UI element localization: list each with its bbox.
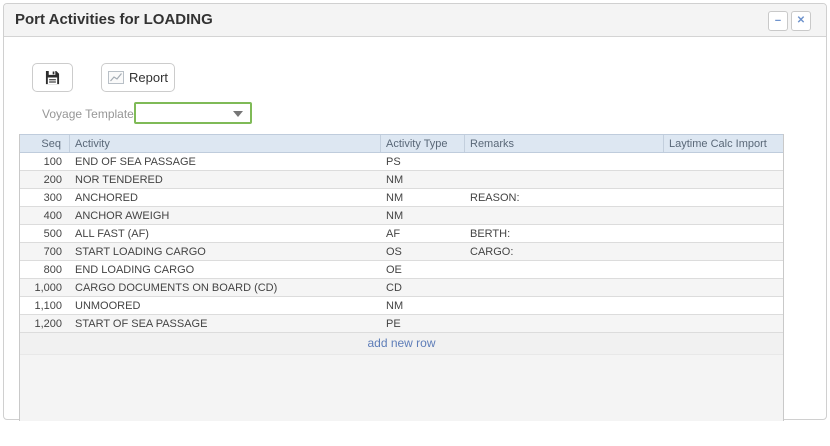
table-row[interactable]: 1,200 START OF SEA PASSAGE PE [20,315,783,333]
cell-activity-type[interactable]: OE [381,261,465,278]
cell-laytime-calc-import[interactable] [664,189,783,206]
cell-activity[interactable]: END LOADING CARGO [70,261,381,278]
table-row[interactable]: 100 END OF SEA PASSAGE PS [20,153,783,171]
cell-activity[interactable]: START OF SEA PASSAGE [70,315,381,332]
cell-seq[interactable]: 300 [20,189,70,206]
cell-remarks[interactable]: CARGO: [465,243,664,260]
column-header-activity: Activity [70,135,381,152]
cell-laytime-calc-import[interactable] [664,279,783,296]
cell-laytime-calc-import[interactable] [664,243,783,260]
page: Port Activities for LOADING − ✕ [0,0,830,446]
cell-activity-type[interactable]: PE [381,315,465,332]
minimize-button[interactable]: − [768,11,788,31]
cell-remarks[interactable] [465,171,664,188]
table-row[interactable]: 700 START LOADING CARGO OS CARGO: [20,243,783,261]
voyage-templates-dropdown[interactable] [134,102,252,124]
column-header-activity-type: Activity Type [381,135,465,152]
cell-seq[interactable]: 100 [20,153,70,170]
cell-remarks[interactable] [465,207,664,224]
add-new-row-link[interactable]: add new row [367,336,435,350]
column-header-seq: Seq [20,135,70,152]
cell-remarks[interactable] [465,261,664,278]
cell-laytime-calc-import[interactable] [664,171,783,188]
cell-seq[interactable]: 700 [20,243,70,260]
cell-laytime-calc-import[interactable] [664,153,783,170]
cell-activity[interactable]: ANCHOR AWEIGH [70,207,381,224]
cell-laytime-calc-import[interactable] [664,315,783,332]
dialog-title: Port Activities for LOADING [15,11,213,28]
cell-seq[interactable]: 800 [20,261,70,278]
cell-seq[interactable]: 400 [20,207,70,224]
cell-activity-type[interactable]: NM [381,207,465,224]
cell-remarks[interactable]: BERTH: [465,225,664,242]
grid-empty-area [20,355,783,421]
grid-header-row: Seq Activity Activity Type Remarks Layti… [20,134,783,153]
column-header-laytime-calc-import: Laytime Calc Import [664,135,783,152]
port-activities-dialog: Port Activities for LOADING − ✕ [3,3,827,420]
caret-down-icon [233,111,243,117]
report-chart-icon [108,71,124,84]
table-row[interactable]: 1,100 UNMOORED NM [20,297,783,315]
cell-activity[interactable]: END OF SEA PASSAGE [70,153,381,170]
cell-remarks[interactable] [465,297,664,314]
table-row[interactable]: 200 NOR TENDERED NM [20,171,783,189]
cell-activity-type[interactable]: NM [381,297,465,314]
cell-activity[interactable]: ANCHORED [70,189,381,206]
cell-activity-type[interactable]: AF [381,225,465,242]
cell-seq[interactable]: 200 [20,171,70,188]
save-button[interactable] [32,63,73,92]
cell-laytime-calc-import[interactable] [664,225,783,242]
cell-activity-type[interactable]: CD [381,279,465,296]
cell-laytime-calc-import[interactable] [664,207,783,224]
cell-laytime-calc-import[interactable] [664,261,783,278]
report-button[interactable]: Report [101,63,175,92]
cell-activity-type[interactable]: OS [381,243,465,260]
cell-remarks[interactable] [465,279,664,296]
table-row[interactable]: 400 ANCHOR AWEIGH NM [20,207,783,225]
cell-remarks[interactable] [465,153,664,170]
cell-activity[interactable]: CARGO DOCUMENTS ON BOARD (CD) [70,279,381,296]
cell-seq[interactable]: 1,200 [20,315,70,332]
add-new-row-bar: add new row [20,333,783,355]
table-row[interactable]: 1,000 CARGO DOCUMENTS ON BOARD (CD) CD [20,279,783,297]
cell-activity[interactable]: ALL FAST (AF) [70,225,381,242]
voyage-templates-label: Voyage Templates [42,107,140,121]
table-row[interactable]: 300 ANCHORED NM REASON: [20,189,783,207]
close-button[interactable]: ✕ [791,11,811,31]
table-row[interactable]: 500 ALL FAST (AF) AF BERTH: [20,225,783,243]
cell-seq[interactable]: 1,000 [20,279,70,296]
cell-activity[interactable]: START LOADING CARGO [70,243,381,260]
minimize-icon: − [775,15,781,27]
port-activities-grid: Seq Activity Activity Type Remarks Layti… [19,134,784,421]
cell-seq[interactable]: 1,100 [20,297,70,314]
close-icon: ✕ [797,15,805,26]
table-row[interactable]: 800 END LOADING CARGO OE [20,261,783,279]
report-button-label: Report [129,70,168,85]
save-icon [45,70,60,85]
cell-activity-type[interactable]: PS [381,153,465,170]
cell-laytime-calc-import[interactable] [664,297,783,314]
cell-remarks[interactable] [465,315,664,332]
cell-activity-type[interactable]: NM [381,171,465,188]
cell-activity[interactable]: UNMOORED [70,297,381,314]
cell-activity[interactable]: NOR TENDERED [70,171,381,188]
column-header-remarks: Remarks [465,135,664,152]
cell-seq[interactable]: 500 [20,225,70,242]
cell-remarks[interactable]: REASON: [465,189,664,206]
cell-activity-type[interactable]: NM [381,189,465,206]
dialog-titlebar: Port Activities for LOADING − ✕ [4,4,826,37]
